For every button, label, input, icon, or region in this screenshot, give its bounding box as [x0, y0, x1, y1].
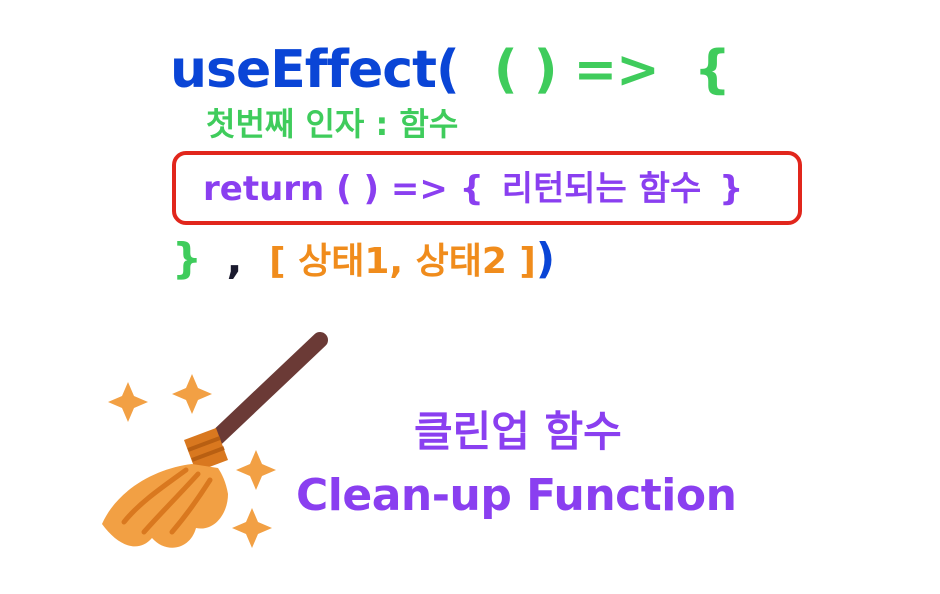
cleanup-title-english: Clean-up Function	[296, 470, 737, 521]
code-line-1: useEffect( ( ) => {	[170, 44, 731, 96]
code-line-3: return ( ) => { 리턴되는 함수 }	[203, 172, 743, 206]
open-brace: {	[693, 40, 731, 100]
sparkle-icon	[236, 450, 276, 490]
close-paren: )	[535, 234, 556, 283]
sparkle-icon	[108, 382, 148, 422]
close-brace: }	[172, 234, 202, 283]
code-line-4: } , [ 상태1, 상태2 ])	[172, 238, 555, 280]
arrow-function: ( ) =>	[493, 40, 660, 100]
comma: ,	[226, 234, 243, 283]
return-description: 리턴되는 함수	[501, 169, 702, 209]
sparkle-icon	[232, 508, 272, 548]
close-brace-inner: }	[719, 169, 744, 209]
sparkle-icon	[172, 374, 212, 414]
code-line-2: 첫번째 인자 : 함수	[206, 105, 459, 143]
hook-name: useEffect(	[170, 40, 460, 100]
broom-icon	[102, 332, 328, 548]
dependency-array: [ 상태1, 상태2 ]	[269, 241, 536, 282]
return-keyword: return ( ) => {	[203, 169, 484, 209]
cleanup-title-korean: 클린업 함수	[414, 407, 622, 456]
